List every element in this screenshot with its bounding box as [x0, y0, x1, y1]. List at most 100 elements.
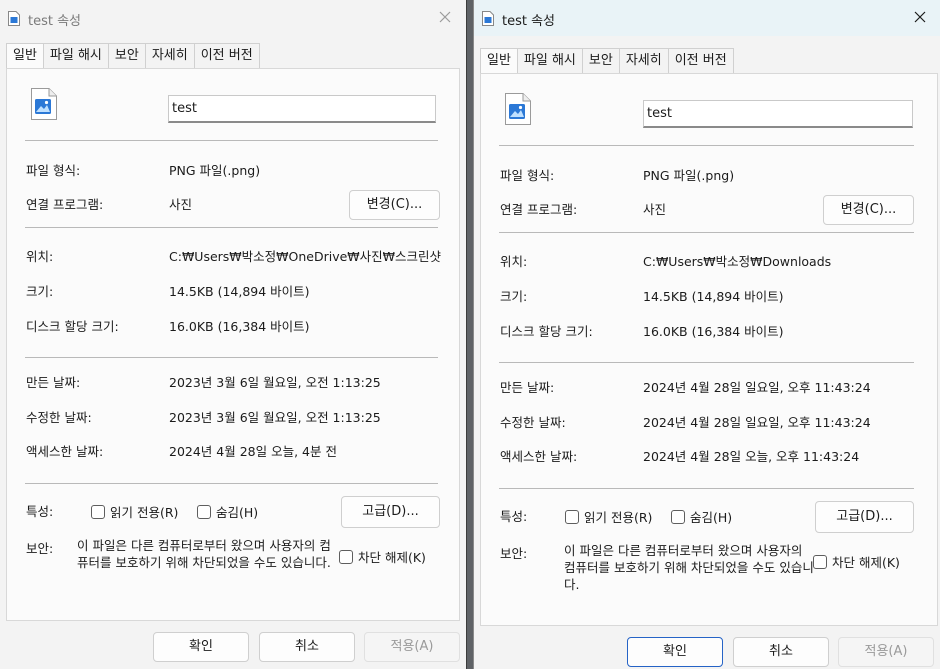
created-value: 2024년 4월 28일 일요일, 오후 11:43:24 [643, 380, 871, 395]
checkbox-icon[interactable] [565, 509, 579, 524]
security-message: 이 파일은 다른 컴퓨터로부터 왔으며 사용자의 컴퓨터를 보호하기 위해 차단… [564, 543, 814, 592]
size-on-disk-value: 16.0KB (16,384 바이트) [169, 319, 310, 334]
properties-dialog-left: test 속성 일반 파일 해시 보안 자세히 이전 버전 파일 형식: PNG… [0, 0, 467, 669]
separator [499, 232, 914, 233]
modified-label: 수정한 날짜: [26, 410, 92, 425]
close-button[interactable] [434, 6, 456, 28]
image-file-icon [8, 11, 20, 26]
readonly-checkbox[interactable]: 읽기 전용(R) [565, 507, 652, 526]
tab-general[interactable]: 일반 [480, 48, 518, 75]
window-title: test 속성 [28, 14, 82, 29]
tab-file-hash[interactable]: 파일 해시 [516, 48, 583, 73]
separator [25, 357, 438, 358]
hidden-checkbox[interactable]: 숨김(H) [671, 507, 732, 526]
apply-button[interactable]: 적용(A) [838, 637, 934, 667]
unblock-checkbox-label: 차단 해제(K) [832, 555, 900, 570]
separator [499, 145, 914, 146]
modified-label: 수정한 날짜: [500, 415, 566, 430]
hidden-checkbox-label: 숨김(H) [690, 510, 733, 525]
separator [25, 483, 438, 484]
modified-value: 2024년 4월 28일 일요일, 오후 11:43:24 [643, 415, 871, 430]
attributes-label: 특성: [500, 509, 528, 524]
tab-bar: 일반 파일 해시 보안 자세히 이전 버전 [480, 48, 734, 75]
accessed-value: 2024년 4월 28일 오늘, 오후 11:43:24 [643, 449, 860, 464]
title-bar: test 속성 [0, 0, 466, 36]
size-on-disk-value: 16.0KB (16,384 바이트) [643, 324, 784, 339]
advanced-button[interactable]: 고급(D)... [341, 496, 440, 528]
checkbox-icon[interactable] [671, 509, 685, 524]
accessed-label: 액세스한 날짜: [500, 449, 578, 464]
modified-value: 2023년 3월 6일 월요일, 오전 1:13:25 [169, 410, 381, 425]
location-label: 위치: [500, 254, 528, 269]
tab-file-hash[interactable]: 파일 해시 [42, 43, 109, 68]
accessed-label: 액세스한 날짜: [26, 444, 104, 459]
created-label: 만든 날짜: [500, 380, 555, 395]
file-name-input[interactable] [168, 95, 436, 123]
tab-general[interactable]: 일반 [6, 43, 44, 70]
general-panel: 파일 형식: PNG 파일(.png) 연결 프로그램: 사진 변경(C)...… [480, 73, 938, 626]
readonly-checkbox[interactable]: 읽기 전용(R) [91, 502, 178, 521]
cancel-button[interactable]: 취소 [733, 637, 829, 667]
security-label: 보안: [26, 541, 54, 556]
close-button[interactable] [909, 6, 931, 28]
tab-security[interactable]: 보안 [107, 43, 146, 68]
separator [499, 488, 914, 489]
size-value: 14.5KB (14,894 바이트) [643, 289, 784, 304]
title-bar: test 속성 [474, 0, 940, 36]
security-label: 보안: [500, 546, 528, 561]
tab-previous-versions[interactable]: 이전 버전 [667, 48, 734, 73]
general-panel: 파일 형식: PNG 파일(.png) 연결 프로그램: 사진 변경(C)...… [6, 68, 460, 621]
tab-details[interactable]: 자세히 [618, 48, 669, 73]
separator [25, 140, 438, 141]
tab-security[interactable]: 보안 [581, 48, 620, 73]
opens-with-value: 사진 [169, 197, 193, 212]
tab-details[interactable]: 자세히 [144, 43, 195, 68]
properties-dialog-right: test 속성 일반 파일 해시 보안 자세히 이전 버전 파일 형식: PNG… [473, 0, 940, 669]
readonly-checkbox-label: 읽기 전용(R) [584, 510, 653, 525]
location-value: C:₩Users₩박소정₩OneDrive₩사진₩스크린샷 [169, 249, 442, 264]
cancel-button[interactable]: 취소 [259, 632, 355, 662]
checkbox-icon[interactable] [813, 554, 827, 569]
file-type-value: PNG 파일(.png) [169, 163, 261, 178]
tab-previous-versions[interactable]: 이전 버전 [193, 43, 260, 68]
separator [25, 227, 438, 228]
size-on-disk-label: 디스크 할당 크기: [26, 319, 119, 334]
file-type-value: PNG 파일(.png) [643, 168, 735, 183]
close-icon [439, 11, 451, 23]
readonly-checkbox-label: 읽기 전용(R) [110, 505, 179, 520]
image-file-icon [31, 88, 57, 120]
file-name-input[interactable] [643, 100, 913, 128]
unblock-checkbox[interactable]: 차단 해제(K) [813, 552, 900, 571]
change-button[interactable]: 변경(C)... [823, 195, 914, 225]
size-on-disk-label: 디스크 할당 크기: [500, 324, 593, 339]
close-icon [914, 11, 926, 23]
size-value: 14.5KB (14,894 바이트) [169, 284, 310, 299]
hidden-checkbox[interactable]: 숨김(H) [197, 502, 258, 521]
size-label: 크기: [26, 284, 54, 299]
opens-with-label: 연결 프로그램: [26, 197, 104, 212]
apply-button[interactable]: 적용(A) [364, 632, 460, 662]
security-message: 이 파일은 다른 컴퓨터로부터 왔으며 사용자의 컴퓨터를 보호하기 위해 차단… [77, 538, 331, 570]
image-file-icon [505, 93, 531, 125]
checkbox-icon[interactable] [339, 549, 353, 564]
image-file-icon [482, 11, 494, 26]
window-title: test 속성 [502, 14, 556, 29]
unblock-checkbox[interactable]: 차단 해제(K) [339, 547, 426, 566]
opens-with-label: 연결 프로그램: [500, 202, 578, 217]
change-button[interactable]: 변경(C)... [349, 190, 440, 220]
file-type-label: 파일 형식: [26, 163, 81, 178]
location-label: 위치: [26, 249, 54, 264]
checkbox-icon[interactable] [91, 504, 105, 519]
hidden-checkbox-label: 숨김(H) [216, 505, 259, 520]
opens-with-value: 사진 [643, 202, 667, 217]
ok-button[interactable]: 확인 [627, 637, 723, 667]
file-type-label: 파일 형식: [500, 168, 555, 183]
tab-bar: 일반 파일 해시 보안 자세히 이전 버전 [6, 43, 260, 70]
size-label: 크기: [500, 289, 528, 304]
ok-button[interactable]: 확인 [153, 632, 249, 662]
unblock-checkbox-label: 차단 해제(K) [358, 550, 426, 565]
checkbox-icon[interactable] [197, 504, 211, 519]
separator [499, 362, 914, 363]
advanced-button[interactable]: 고급(D)... [815, 501, 914, 533]
attributes-label: 특성: [26, 504, 54, 519]
